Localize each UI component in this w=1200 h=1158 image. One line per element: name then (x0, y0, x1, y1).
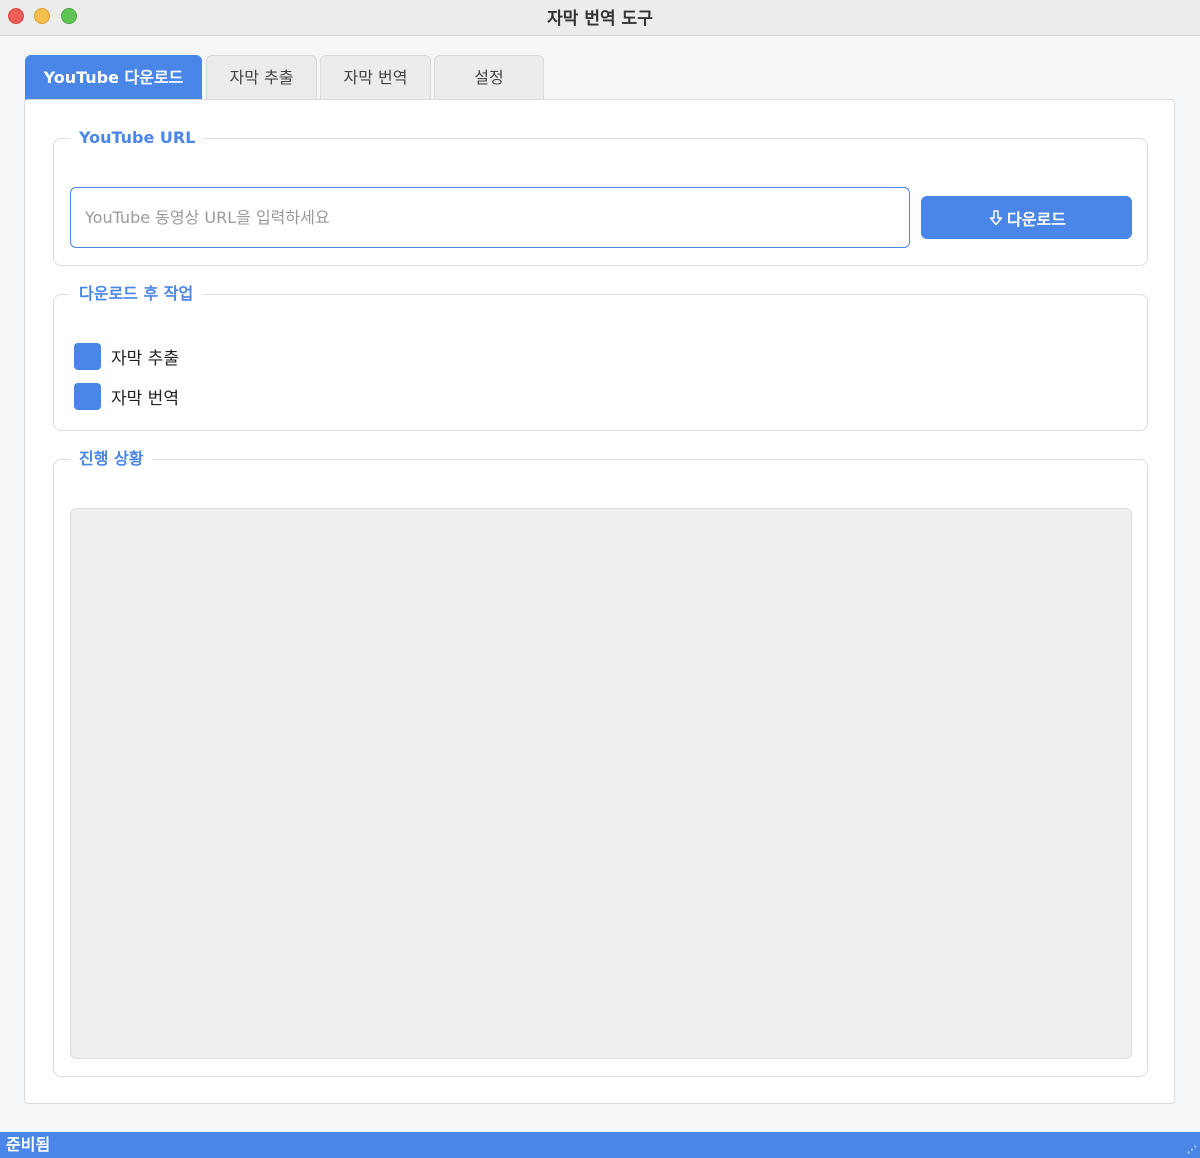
url-group: YouTube URL 다운로드 (53, 127, 1148, 266)
tab-panel: YouTube URL 다운로드 다운로드 후 작업 자막 추출 자막 번역 진… (24, 99, 1175, 1104)
post-download-group: 다운로드 후 작업 자막 추출 자막 번역 (53, 283, 1148, 431)
download-button[interactable]: 다운로드 (921, 196, 1132, 239)
translate-subtitles-option[interactable]: 자막 번역 (74, 383, 179, 410)
arrow-down-icon (987, 209, 1005, 227)
extract-subtitles-option[interactable]: 자막 추출 (74, 343, 179, 370)
status-bar: 준비됨 ⋰ (0, 1132, 1200, 1158)
download-button-label: 다운로드 (1007, 209, 1066, 229)
resize-grip-icon[interactable]: ⋰ (1187, 1146, 1197, 1156)
tab-subtitle-translate[interactable]: 자막 번역 (320, 55, 431, 100)
status-text: 준비됨 (6, 1135, 51, 1154)
window-title: 자막 번역 도구 (547, 9, 653, 29)
extract-subtitles-checkbox[interactable] (74, 343, 101, 370)
progress-log[interactable] (70, 508, 1132, 1059)
translate-subtitles-checkbox[interactable] (74, 383, 101, 410)
url-group-title: YouTube URL (70, 127, 205, 149)
tab-settings[interactable]: 설정 (434, 55, 544, 100)
extract-subtitles-label: 자막 추출 (111, 349, 179, 369)
progress-group-title: 진행 상황 (70, 448, 153, 470)
title-bar: 자막 번역 도구 (0, 0, 1200, 36)
tab-subtitle-extract[interactable]: 자막 추출 (206, 55, 317, 100)
youtube-url-input[interactable] (70, 187, 910, 248)
translate-subtitles-label: 자막 번역 (111, 389, 179, 409)
tab-youtube-download[interactable]: YouTube 다운로드 (25, 55, 202, 100)
progress-group: 진행 상황 (53, 448, 1148, 1077)
post-download-group-title: 다운로드 후 작업 (70, 283, 203, 305)
